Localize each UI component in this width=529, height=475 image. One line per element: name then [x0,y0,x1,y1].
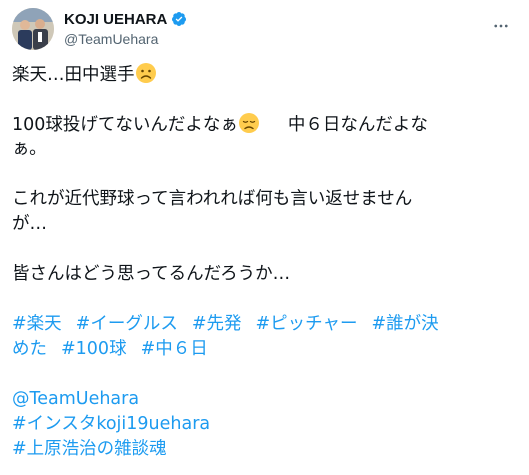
display-name-row: KOJI UEHARA [64,9,187,29]
tweet-line: ぁ。 [12,137,517,162]
mention-line: @TeamUehara [12,387,517,412]
hashtag-link[interactable]: #上原浩治の雑談魂 [12,439,167,459]
tweet-line: 皆さんはどう思ってるんだろうか… [12,262,517,287]
hashtag-line: #楽天 #イーグルス #先発 #ピッチャー #誰が決 [12,312,517,337]
avatar[interactable] [12,8,54,50]
hashtag-line: めた #100球 #中６日 [12,337,517,362]
tweet-text: これが近代野球って言われれば何も言い返せません [12,189,413,209]
hashtag-link[interactable]: #イーグルス [76,314,178,334]
hashtag-link[interactable]: めた [12,339,47,359]
hashtag-link[interactable]: #楽天 [12,314,62,334]
hashtag-link[interactable]: #ピッチャー [256,314,358,334]
hashtag-line: #上原浩治の雑談魂 [12,437,517,462]
tweet-text: 楽天…田中選手 [12,65,135,85]
hashtag-link[interactable]: #先発 [192,314,242,334]
tweet-text: 100球投げてないんだよなぁ [12,115,238,135]
tweet-line: これが近代野球って言われれば何も言い返せません [12,187,517,212]
tweet-header: KOJI UEHARA @TeamUehara [12,8,517,52]
mention-link[interactable]: @TeamUehara [12,389,139,409]
verified-badge-icon [171,11,187,27]
user-handle[interactable]: @TeamUehara [64,31,187,47]
tweet-line: が… [12,212,517,237]
tweet-card: KOJI UEHARA @TeamUehara 楽天…田中選手 100球投げてな… [0,0,529,475]
hashtag-link[interactable]: #インスタkoji19uehara [12,414,210,434]
display-name[interactable]: KOJI UEHARA [64,11,167,28]
hashtag-link[interactable]: #100球 [61,339,127,359]
tweet-text: ぁ。 [12,139,47,159]
tweet-body: 楽天…田中選手 100球投げてないんだよなぁ 中６日なんだよな ぁ。 これが近代野… [12,62,517,462]
slightly-frowning-face-emoji-icon [135,62,157,84]
tweet-text: 中６日なんだよな [287,115,428,135]
tweet-text: が… [12,214,47,234]
user-names: KOJI UEHARA @TeamUehara [64,9,187,47]
more-horizontal-icon[interactable] [491,16,511,36]
hashtag-line: #インスタkoji19uehara [12,412,517,437]
avatar-photo-icon [12,8,54,50]
tweet-text: 皆さんはどう思ってるんだろうか… [12,264,291,284]
hashtag-link[interactable]: #誰が決 [372,314,439,334]
tweet-line: 楽天…田中選手 [12,62,517,87]
disappointed-face-emoji-icon [238,112,260,134]
hashtag-link[interactable]: #中６日 [141,339,208,359]
tweet-line: 100球投げてないんだよなぁ 中６日なんだよな [12,112,517,137]
